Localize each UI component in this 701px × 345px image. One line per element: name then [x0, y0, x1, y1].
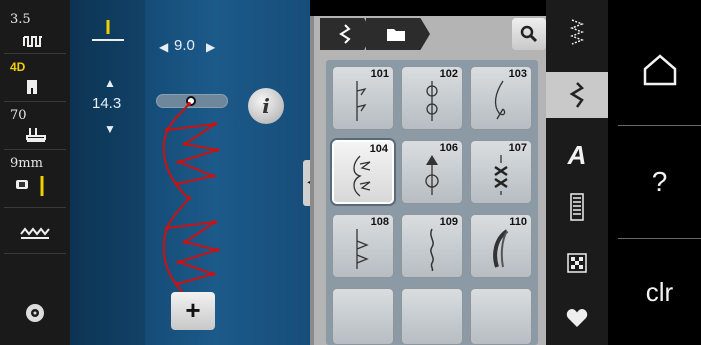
- needle-plate-button[interactable]: 70: [4, 104, 66, 150]
- home-button[interactable]: [618, 10, 701, 122]
- width-increase-arrow[interactable]: ▶: [206, 40, 215, 54]
- stitch-pattern-icon: [494, 80, 506, 120]
- stitch-tile[interactable]: 108: [332, 214, 394, 278]
- stitch-preview-area: ◀ 9.0 ▶ ▲ 14.3 ▼ i +: [70, 0, 310, 345]
- decorative-stitch-category[interactable]: [546, 72, 608, 118]
- info-button[interactable]: i: [248, 88, 284, 124]
- stitch-tile[interactable]: 106: [401, 140, 463, 204]
- length-increase-arrow[interactable]: ▲: [104, 76, 116, 90]
- stitch-tile[interactable]: 110: [470, 214, 532, 278]
- quilt-icon: [567, 253, 587, 273]
- grid-header: [320, 18, 546, 52]
- stitch-tile[interactable]: 101: [332, 66, 394, 130]
- left-toolbar: 3.5 4D 70 9mm: [0, 0, 70, 345]
- stitch-controls-column: [70, 0, 145, 345]
- feed-dog-icon: [20, 227, 50, 239]
- bobbin-button[interactable]: [4, 288, 66, 334]
- stitch-selection-panel: 101 102 103 104 106 107 108 109 110: [310, 16, 546, 345]
- presser-foot-button[interactable]: 4D: [4, 56, 66, 102]
- alphabet-icon: A: [567, 140, 587, 170]
- needle-width-value: 9mm: [10, 156, 43, 171]
- practical-stitch-category[interactable]: [546, 12, 608, 58]
- alphabet-category[interactable]: A: [546, 132, 608, 178]
- stitch-tile[interactable]: 107: [470, 140, 532, 204]
- stitch-tile-partial[interactable]: [401, 288, 463, 345]
- favorites-category[interactable]: [546, 294, 608, 340]
- home-icon: [643, 54, 677, 86]
- quilt-category[interactable]: [546, 240, 608, 286]
- width-decrease-arrow[interactable]: ◀: [159, 40, 168, 54]
- presser-foot-value: 4D: [10, 60, 26, 74]
- stitch-width-display: 9.0: [174, 37, 195, 54]
- stitch-pattern-icon: [430, 228, 434, 271]
- stitch-width-value: 3.5: [10, 12, 31, 27]
- stitch-grid: 101 102 103 104 106 107 108 109 110: [326, 60, 538, 345]
- stitch-pattern-icon: [494, 155, 508, 195]
- stitch-pattern-icon: [356, 81, 367, 121]
- stitch-pattern-preview: [162, 102, 221, 300]
- stitch-tile[interactable]: 109: [401, 214, 463, 278]
- clear-label: clr: [645, 277, 674, 307]
- practical-stitch-icon: [569, 19, 585, 45]
- search-button[interactable]: [512, 18, 546, 50]
- clear-button[interactable]: clr: [618, 238, 701, 345]
- stitch-length-display: 14.3: [92, 95, 122, 112]
- search-icon: [520, 25, 538, 43]
- folder-icon: [387, 29, 405, 41]
- stitch-category-tab[interactable]: [320, 18, 372, 50]
- stitch-pattern-icon: [493, 229, 509, 268]
- needle-position-icon[interactable]: [90, 18, 126, 48]
- needle-width-icon: [16, 176, 44, 196]
- system-bar: ? clr: [608, 0, 701, 345]
- stitch-tile-selected[interactable]: 104: [332, 140, 394, 204]
- feed-dog-button[interactable]: [4, 212, 66, 254]
- needle-size-value: 70: [10, 108, 27, 123]
- stitch-icon: [339, 24, 351, 44]
- buttonhole-category[interactable]: [546, 184, 608, 230]
- stitch-pattern-icon: [356, 229, 369, 269]
- stitch-pattern-icon: [426, 81, 438, 121]
- stitch-tile[interactable]: 102: [401, 66, 463, 130]
- help-label: ?: [651, 166, 668, 197]
- needle-width-button[interactable]: 9mm: [4, 152, 66, 208]
- stitch-tile-partial[interactable]: [332, 288, 394, 345]
- decorative-stitch-icon: [569, 82, 585, 108]
- favorites-icon: [566, 309, 588, 327]
- help-button[interactable]: ?: [618, 125, 701, 237]
- category-bar: A: [546, 0, 608, 345]
- folder-tab[interactable]: [366, 18, 430, 50]
- stitch-tile[interactable]: 103: [470, 66, 532, 130]
- presser-foot-icon: [27, 80, 37, 94]
- add-button[interactable]: +: [171, 292, 215, 330]
- length-decrease-arrow[interactable]: ▼: [104, 122, 116, 136]
- needle-plate-icon: [26, 128, 46, 142]
- bobbin-icon: [26, 304, 44, 322]
- stitch-tile-partial[interactable]: [470, 288, 532, 345]
- buttonhole-icon: [570, 193, 584, 221]
- stitch-width-button[interactable]: 3.5: [4, 8, 66, 54]
- stitch-pattern-icon: [353, 155, 371, 197]
- stitch-width-icon: [23, 36, 42, 47]
- stitch-pattern-icon: [425, 155, 439, 195]
